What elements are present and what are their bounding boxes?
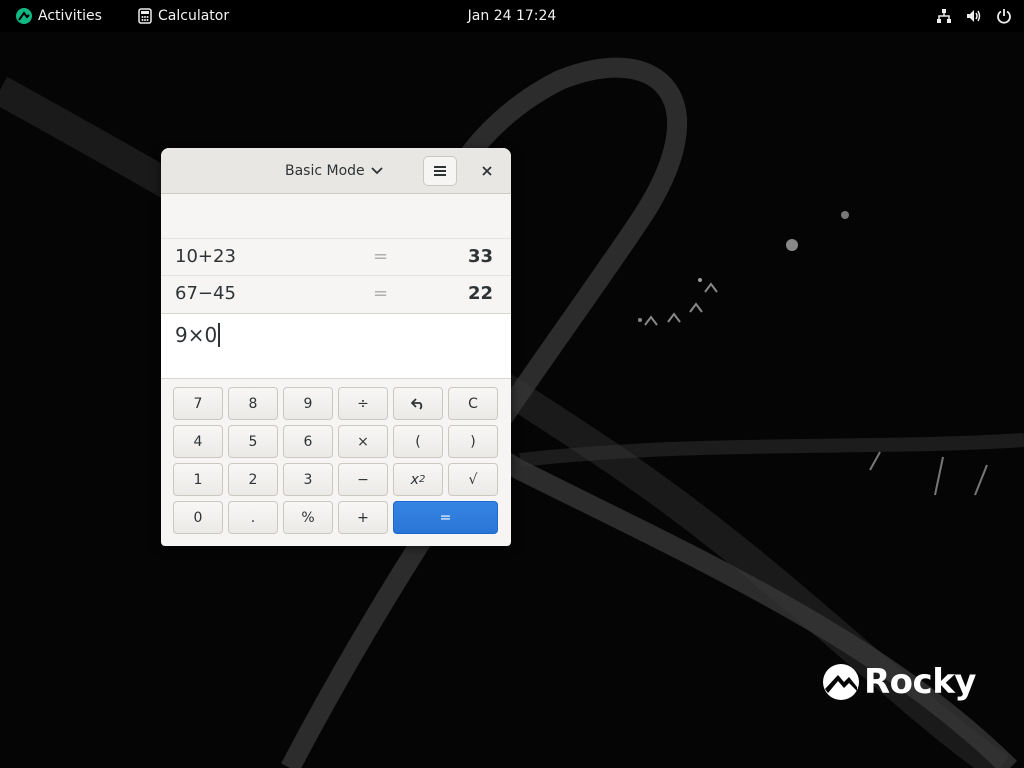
expression-input-text: 9×0 xyxy=(175,323,221,347)
rocky-logo-text: Rocky xyxy=(864,662,976,702)
key-open-paren[interactable]: ( xyxy=(393,425,443,458)
history-list: 10+23 = 33 67−45 = 22 xyxy=(161,194,511,314)
undo-backspace-icon xyxy=(411,397,423,410)
app-menu-calculator[interactable]: Calculator xyxy=(138,0,229,32)
key-equals[interactable]: = xyxy=(393,501,498,534)
network-icon xyxy=(937,9,951,23)
history-row[interactable]: 67−45 = 22 xyxy=(161,275,511,312)
key-clear[interactable]: C xyxy=(448,387,498,420)
square-exponent-label: 2 xyxy=(418,474,426,485)
hamburger-menu-icon xyxy=(434,166,446,176)
key-divide[interactable]: ÷ xyxy=(338,387,388,420)
history-expression: 10+23 xyxy=(175,246,236,267)
calculator-app-icon xyxy=(138,8,152,24)
main-menu-button[interactable] xyxy=(423,156,457,186)
activities-label: Activities xyxy=(38,8,102,24)
app-menu-label: Calculator xyxy=(158,8,230,24)
key-backspace[interactable] xyxy=(393,387,443,420)
key-sqrt[interactable]: √ xyxy=(448,463,498,496)
square-base-label: x xyxy=(410,471,419,488)
key-9[interactable]: 9 xyxy=(283,387,333,420)
rocky-activities-icon xyxy=(16,8,32,24)
expression-input[interactable]: 9×0 xyxy=(161,313,511,379)
key-7[interactable]: 7 xyxy=(173,387,223,420)
volume-icon xyxy=(967,10,981,22)
key-0[interactable]: 0 xyxy=(173,501,223,534)
history-result: 33 xyxy=(467,246,493,267)
mode-label: Basic Mode xyxy=(285,163,365,179)
calculator-window: Basic Mode 10+23 = 33 67−45 = 22 9×0 7 8… xyxy=(161,148,511,546)
close-window-button[interactable] xyxy=(475,159,499,183)
key-multiply[interactable]: × xyxy=(338,425,388,458)
header-bar: Basic Mode xyxy=(161,148,511,194)
history-result: 22 xyxy=(467,283,493,304)
key-4[interactable]: 4 xyxy=(173,425,223,458)
history-equals: = xyxy=(373,246,389,267)
mode-selector-button[interactable]: Basic Mode xyxy=(281,158,387,184)
chevron-down-icon xyxy=(371,167,383,175)
key-8[interactable]: 8 xyxy=(228,387,278,420)
history-expression: 67−45 xyxy=(175,283,236,304)
rocky-mountain-logo-icon xyxy=(823,664,859,700)
top-bar: Activities Calculator Jan 24 17:24 xyxy=(0,0,1024,32)
clock-datetime[interactable]: Jan 24 17:24 xyxy=(468,8,557,24)
key-percent[interactable]: % xyxy=(283,501,333,534)
close-icon xyxy=(482,166,492,176)
desktop-wallpaper xyxy=(0,0,1024,768)
history-equals: = xyxy=(373,283,389,304)
key-subtract[interactable]: − xyxy=(338,463,388,496)
key-decimal-point[interactable]: . xyxy=(228,501,278,534)
power-icon xyxy=(997,9,1011,24)
key-3[interactable]: 3 xyxy=(283,463,333,496)
key-close-paren[interactable]: ) xyxy=(448,425,498,458)
key-square[interactable]: x2 xyxy=(393,463,443,496)
activities-button[interactable]: Activities xyxy=(16,0,102,32)
system-status-menu[interactable] xyxy=(936,0,1012,32)
key-6[interactable]: 6 xyxy=(283,425,333,458)
rocky-logo: Rocky xyxy=(822,662,976,702)
key-1[interactable]: 1 xyxy=(173,463,223,496)
key-2[interactable]: 2 xyxy=(228,463,278,496)
history-row[interactable]: 10+23 = 33 xyxy=(161,238,511,275)
text-caret xyxy=(218,323,221,347)
key-add[interactable]: + xyxy=(338,501,388,534)
expression-value: 9×0 xyxy=(175,323,218,347)
key-5[interactable]: 5 xyxy=(228,425,278,458)
